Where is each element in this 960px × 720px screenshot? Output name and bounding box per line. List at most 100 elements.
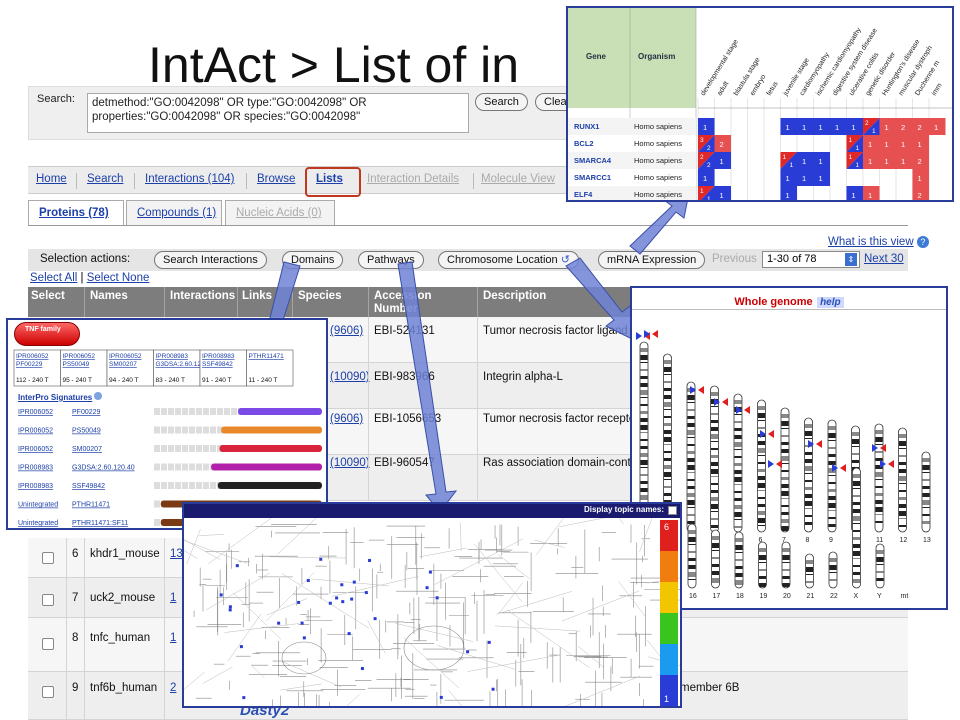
- species-link[interactable]: (10090): [330, 371, 370, 383]
- ipr-id: PS50049: [63, 361, 90, 368]
- row-checkbox[interactable]: [42, 638, 54, 650]
- next-link[interactable]: Next 30: [864, 253, 904, 265]
- cell-value: 1: [856, 145, 860, 152]
- genome-header: Whole genome help: [632, 288, 946, 310]
- chromosome-label: 8: [806, 537, 810, 544]
- select-arrow-icon: ⇕: [845, 253, 857, 266]
- cell-value: 1: [720, 191, 724, 200]
- search-label: Search:: [37, 93, 75, 105]
- cell-value: 1: [934, 123, 938, 132]
- help-icon: [94, 392, 103, 400]
- what-is-this-view-link[interactable]: What is this view ?: [828, 236, 929, 248]
- tab-molecule-view[interactable]: Molecule View: [481, 173, 555, 185]
- page-select[interactable]: 1-30 of 78 ⇕: [762, 251, 860, 268]
- cell-value: 2: [707, 145, 711, 152]
- cell-value: 2: [918, 157, 922, 166]
- row-checkbox[interactable]: [42, 552, 54, 564]
- search-interactions-button[interactable]: Search Interactions: [154, 251, 267, 269]
- cell-value: 1: [707, 196, 711, 202]
- chromosome-label: 16: [689, 593, 697, 600]
- row-number: 7: [72, 592, 79, 604]
- cell-value: 1: [901, 140, 905, 149]
- chromosome-label: 18: [736, 593, 744, 600]
- tab-search[interactable]: Search: [87, 173, 123, 185]
- interactions-link[interactable]: 1: [170, 632, 176, 644]
- gene-name: BCL2: [574, 139, 594, 148]
- col-description: Description: [483, 290, 547, 302]
- interactions-link[interactable]: 1: [170, 592, 176, 604]
- cell-value: 2: [901, 123, 905, 132]
- scale-swatch: [660, 613, 678, 644]
- subtab-compounds[interactable]: Compounds (1): [126, 200, 222, 226]
- organism-name: Homo sapiens: [634, 139, 682, 148]
- protein-name: khdr1_mouse: [90, 548, 160, 560]
- ipr-range: 91 - 240 T: [202, 377, 232, 384]
- mrna-expression-button[interactable]: mRNA Expression: [598, 251, 706, 269]
- subtab-proteins[interactable]: Proteins (78): [28, 200, 124, 226]
- signature-id: Unintegrated: [18, 520, 58, 527]
- cell-value: 1: [819, 174, 823, 183]
- genome-title: Whole genome: [734, 296, 813, 308]
- col-select: Select: [31, 290, 65, 302]
- search-input[interactable]: detmethod:"GO:0042098" OR type:"GO:00420…: [87, 93, 469, 133]
- pathway-header: Display topic names:: [184, 504, 680, 518]
- accession-cell: EBI-524131: [374, 325, 435, 337]
- row-checkbox[interactable]: [42, 686, 54, 698]
- interpro-chart: IPR006052PF00229112 - 240 TIPR006052PS50…: [13, 349, 322, 527]
- cell-value: 1: [786, 191, 790, 200]
- signature-db: PF00229: [72, 409, 101, 416]
- chromosome: [921, 451, 931, 533]
- species-link[interactable]: (9606): [330, 413, 363, 425]
- cell-value: 1: [783, 154, 787, 161]
- help-icon: ?: [916, 236, 929, 248]
- species-link[interactable]: (9606): [330, 325, 363, 337]
- signature-id: IPR006052: [18, 428, 53, 435]
- signature-id: IPR006052: [18, 446, 53, 453]
- gene-name: RUNX1: [574, 122, 599, 131]
- pathways-button[interactable]: Pathways: [358, 251, 424, 269]
- previous-link[interactable]: Previous: [712, 253, 757, 265]
- col-names: Names: [90, 290, 128, 302]
- display-topic-checkbox[interactable]: [668, 506, 677, 515]
- tab-interaction-details[interactable]: Interaction Details: [367, 173, 459, 185]
- col-accession: Accession Number: [374, 290, 432, 315]
- cell-value: 1: [786, 174, 790, 183]
- ipr-id: IPR006052: [109, 353, 142, 360]
- gene-disease-panel: developmental stage adult blastula stage em…: [566, 6, 954, 202]
- ipr-range: 83 - 240 T: [156, 377, 186, 384]
- signature-id: IPR006052: [18, 409, 53, 416]
- tab-home[interactable]: Home: [36, 173, 67, 185]
- chromosome: [710, 385, 719, 533]
- chromosome-label: 21: [807, 593, 815, 600]
- accession-cell: EBI-1056653: [374, 413, 442, 425]
- select-all-link[interactable]: Select All: [30, 272, 77, 284]
- description-cell: Integrin alpha-L: [483, 371, 563, 383]
- cell-value: 1: [802, 123, 806, 132]
- subtab-nucleic-acids[interactable]: Nucleic Acids (0): [225, 200, 335, 226]
- signature-db: PS50049: [72, 428, 101, 435]
- display-topic-label: Display topic names:: [583, 505, 664, 514]
- tab-interactions[interactable]: Interactions (104): [145, 173, 235, 185]
- interactions-link[interactable]: 2: [170, 682, 176, 694]
- species-link[interactable]: (10090): [330, 457, 370, 469]
- row-checkbox[interactable]: [42, 594, 54, 606]
- cell-value: 1: [802, 174, 806, 183]
- domains-button[interactable]: Domains: [282, 251, 344, 269]
- chromosome-location-button[interactable]: Chromosome Location ↺: [438, 251, 579, 269]
- search-button[interactable]: Search: [475, 93, 528, 111]
- organism-name: Homo sapiens: [634, 190, 682, 199]
- scale-swatch: [660, 644, 678, 675]
- pathway-map-panel: Display topic names: 6 1: [182, 502, 682, 708]
- ipr-id: IPR006052: [63, 353, 96, 360]
- gene-name: SMARCA4: [574, 156, 612, 165]
- chromosome-label: 13: [923, 537, 931, 544]
- gene-disease-matrix: developmental stageadult blastula stageem…: [568, 8, 952, 202]
- interactions-link[interactable]: 13: [170, 548, 183, 560]
- select-none-link[interactable]: Select None: [87, 272, 150, 284]
- cell-value: 1: [868, 140, 872, 149]
- signature-id: Unintegrated: [18, 502, 58, 509]
- chromosome: [686, 381, 696, 533]
- ipr-range: 112 - 240 T: [16, 377, 49, 384]
- genome-help-button[interactable]: help: [817, 297, 844, 308]
- tab-browse[interactable]: Browse: [257, 173, 295, 185]
